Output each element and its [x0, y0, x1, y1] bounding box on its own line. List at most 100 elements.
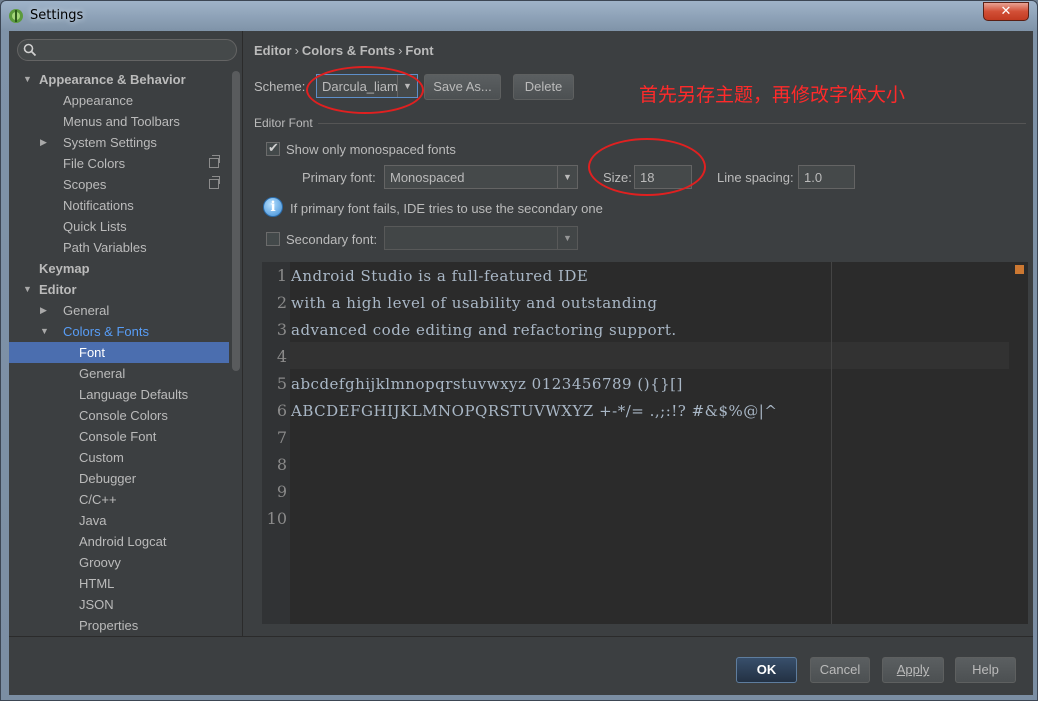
mono-only-checkbox[interactable]: ✔ [266, 140, 280, 156]
secondary-font-select[interactable]: ▼ [384, 226, 578, 250]
sidebar-item-keymap[interactable]: Keymap [9, 258, 229, 279]
collapsed-arrow-icon[interactable]: ▶ [40, 132, 47, 153]
font-settings-panel: Editor › Colors & Fonts › Font Scheme: Darcu… [243, 31, 1033, 636]
title-bar[interactable]: Settings ✕ [1, 1, 1037, 31]
sidebar-item-java[interactable]: Java [9, 510, 229, 531]
collapsed-arrow-icon[interactable]: ▶ [40, 300, 47, 321]
sidebar-item-file-colors[interactable]: File Colors [9, 153, 229, 174]
sidebar-item-scopes[interactable]: Scopes [9, 174, 229, 195]
secondary-font-label: Secondary font: [286, 232, 378, 247]
line-number: 10 [266, 509, 287, 528]
sidebar-item-label: Java [79, 513, 107, 528]
error-stripe-marker[interactable] [1015, 265, 1024, 274]
size-highlight-ring [588, 138, 706, 196]
line-number: 1 [276, 266, 287, 285]
sidebar-item-android-logcat[interactable]: Android Logcat [9, 531, 229, 552]
line-number: 6 [276, 401, 287, 420]
sidebar-item-label: Android Logcat [79, 534, 167, 549]
chevron-down-icon: ▼ [557, 227, 577, 249]
sidebar-item-label: Font [79, 345, 106, 360]
line-number: 9 [276, 482, 287, 501]
line-number: 7 [276, 428, 287, 447]
save-as-button[interactable]: Save As... [424, 74, 501, 100]
sidebar-item-groovy[interactable]: Groovy [9, 552, 229, 573]
breadcrumb-separator: › [294, 43, 299, 58]
sidebar-item-label: Keymap [39, 261, 90, 276]
primary-font-select[interactable]: Monospaced ▼ [384, 165, 578, 189]
preview-code-line: Android Studio is a full-featured IDE [291, 267, 589, 285]
sidebar-item-console-font[interactable]: Console Font [9, 426, 229, 447]
sidebar-item-appearance[interactable]: Appearance [9, 90, 229, 111]
cancel-button[interactable]: Cancel [810, 657, 870, 683]
annotation-text: 首先另存主题，再修改字体大小 [639, 84, 906, 106]
sidebar-item-label: File Colors [63, 156, 126, 171]
sidebar-item-debugger[interactable]: Debugger [9, 468, 229, 489]
sidebar-item-label: Debugger [79, 471, 137, 486]
sidebar-item-label: Colors & Fonts [63, 324, 149, 339]
sidebar-item-label: System Settings [63, 135, 157, 150]
sidebar-item-label: Groovy [79, 555, 121, 570]
sidebar-item-label: Appearance [63, 93, 134, 108]
sidebar-item-general[interactable]: ▶ General [9, 300, 229, 321]
ok-button[interactable]: OK [736, 657, 797, 683]
search-input[interactable] [17, 39, 237, 61]
apply-button[interactable]: Apply [882, 657, 944, 683]
sidebar-item-html[interactable]: HTML [9, 573, 229, 594]
sidebar-item-label: Notifications [63, 198, 134, 213]
sidebar-item-quick-lists[interactable]: Quick Lists [9, 216, 229, 237]
sidebar-item-system-settings[interactable]: ▶ System Settings [9, 132, 229, 153]
search-icon [23, 43, 37, 57]
secondary-font-checkbox[interactable] [266, 232, 280, 246]
android-studio-icon [9, 9, 23, 23]
sidebar-item-label: General [79, 366, 126, 381]
sidebar-item-console-colors[interactable]: Console Colors [9, 405, 229, 426]
sidebar-item-properties[interactable]: Properties [9, 615, 229, 636]
preview-code-line: advanced code editing and refactoring su… [291, 321, 677, 339]
chevron-down-icon: ▼ [557, 166, 577, 188]
sidebar-item-label: Appearance & Behavior [39, 72, 186, 87]
sidebar-item-label: Quick Lists [63, 219, 127, 234]
delete-button[interactable]: Delete [513, 74, 574, 100]
preview-code-line: ABCDEFGHIJKLMNOPQRSTUVWXYZ +-*/= .,;:!? … [291, 402, 778, 420]
section-divider [318, 123, 1026, 124]
scheme-label: Scheme: [254, 79, 306, 94]
expanded-arrow-icon[interactable]: ▼ [23, 279, 32, 300]
breadcrumb-editor: Editor [254, 43, 292, 58]
sidebar-item-editor[interactable]: ▼ Editor [9, 279, 229, 300]
expanded-arrow-icon[interactable]: ▼ [40, 321, 49, 342]
expanded-arrow-icon[interactable]: ▼ [23, 69, 32, 90]
line-spacing-field[interactable]: 1.0 [798, 165, 855, 189]
right-margin-guide [831, 262, 832, 624]
help-button[interactable]: Help [955, 657, 1016, 683]
sidebar-item-custom[interactable]: Custom [9, 447, 229, 468]
sidebar-item-label: Path Variables [63, 240, 147, 255]
mono-only-label: Show only monospaced fonts [286, 142, 456, 157]
footer-divider [9, 636, 1033, 637]
line-number: 2 [276, 293, 287, 312]
sidebar-item-general[interactable]: General [9, 363, 229, 384]
line-number: 5 [276, 374, 287, 393]
sidebar-item-c-c[interactable]: C/C++ [9, 489, 229, 510]
sidebar-scrollbar[interactable] [232, 71, 240, 371]
sidebar-item-font[interactable]: Font [9, 342, 229, 363]
sidebar-item-label: Console Colors [79, 408, 168, 423]
sidebar-item-label: C/C++ [79, 492, 117, 507]
preview-code-line: abcdefghijklmnopqrstuvwxyz 0123456789 ()… [291, 375, 683, 393]
sidebar-item-language-defaults[interactable]: Language Defaults [9, 384, 229, 405]
breadcrumb-font: Font [405, 43, 434, 58]
sidebar-item-json[interactable]: JSON [9, 594, 229, 615]
breadcrumb-colors-fonts: Colors & Fonts [301, 43, 396, 58]
close-window-button[interactable]: ✕ [983, 2, 1029, 21]
sidebar-item-label: Custom [79, 450, 124, 465]
line-number: 8 [276, 455, 287, 474]
font-preview-editor[interactable]: 1 2 3 4 5 6 7 8 9 10 Android Studio is a full-fea… [262, 262, 1028, 624]
breadcrumb: Editor › Colors & Fonts › Font [254, 43, 434, 58]
sidebar-item-path-variables[interactable]: Path Variables [9, 237, 229, 258]
line-number: 3 [276, 320, 287, 339]
sidebar-item-colors-fonts[interactable]: ▼ Colors & Fonts [9, 321, 229, 342]
sidebar-item-appearance-behavior[interactable]: ▼ Appearance & Behavior [9, 69, 229, 90]
sidebar-item-menus-and-toolbars[interactable]: Menus and Toolbars [9, 111, 229, 132]
sidebar-item-notifications[interactable]: Notifications [9, 195, 229, 216]
line-spacing-label: Line spacing: [717, 170, 794, 185]
preview-code-line: with a high level of usability and outst… [291, 294, 658, 312]
